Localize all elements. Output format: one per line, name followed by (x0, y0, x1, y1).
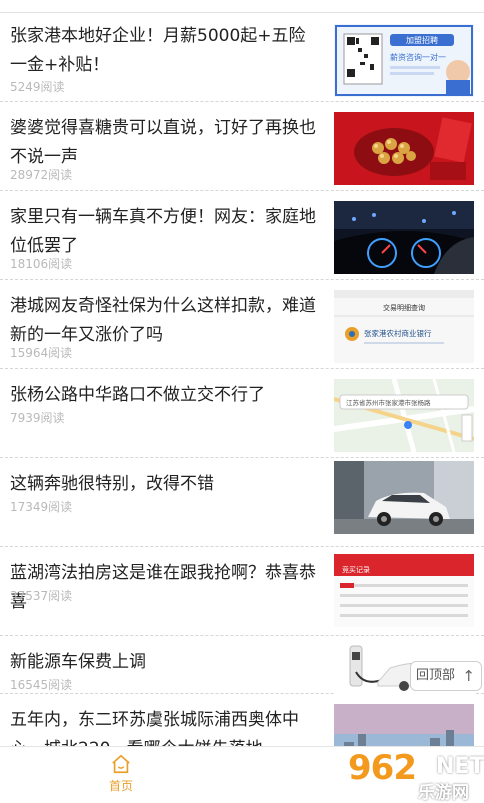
news-title[interactable]: 家里只有一辆车真不方便！网友：家庭地位低罢了 (10, 203, 320, 261)
bank-header-text: 交易明细查询 (383, 303, 425, 312)
read-count: 28972阅读 (10, 168, 73, 182)
news-item[interactable]: 港城网友奇怪社保为什么这样扣款，难道新的一年又涨价了吗 15964阅读 交易明细… (0, 280, 484, 369)
news-item[interactable]: 张杨公路中华路口不做立交不行了 7939阅读 江苏省苏州市张家港市张杨路 (0, 369, 484, 458)
read-count: 5249阅读 (10, 80, 65, 94)
home-icon (112, 754, 130, 774)
read-count: 16545阅读 (10, 678, 73, 692)
back-to-top-button[interactable]: 回顶部 ↑ (410, 661, 482, 691)
car-dashboard-image (334, 201, 474, 274)
tab-home[interactable]: 首页 (96, 751, 146, 797)
watermark-cn: 乐游网 (418, 783, 469, 803)
news-title[interactable]: 新能源车保费上调 (10, 648, 320, 677)
bank-app-image: 交易明细查询 张家港农村商业银行 (334, 290, 474, 363)
home-label: 首页 (108, 779, 133, 793)
news-title[interactable]: 张家港本地好企业！月薪5000起+五险一金+补贴！ (10, 22, 320, 80)
news-item[interactable]: 张家港本地好企业！月薪5000起+五险一金+补贴！ 5249阅读 加盟招聘 薪资… (0, 12, 484, 102)
news-thumbnail[interactable] (334, 201, 474, 274)
read-count: 17349阅读 (10, 500, 73, 514)
recruit-banner-text: 加盟招聘 (406, 35, 438, 45)
map-search-text: 江苏省苏州市张家港市张杨路 (346, 398, 431, 407)
read-count: 37537阅读 (10, 589, 73, 603)
read-count: 7939阅读 (10, 411, 65, 425)
read-count: 18106阅读 (10, 257, 73, 271)
news-item[interactable]: 婆婆觉得喜糖贵可以直说，订好了再换也不说一声 28972阅读 (0, 102, 484, 191)
news-thumbnail[interactable] (334, 112, 474, 185)
recruit-sub-text: 薪资咨询一对一 (390, 52, 446, 62)
bank-name-text: 张家港农村商业银行 (364, 328, 432, 338)
news-item[interactable]: 家里只有一辆车真不方便！网友：家庭地位低罢了 18106阅读 (0, 191, 484, 280)
news-thumbnail[interactable]: 竞买记录 (334, 554, 474, 627)
news-item[interactable]: 这辆奔驰很特别，改得不错 17349阅读 (0, 458, 484, 547)
news-title[interactable]: 港城网友奇怪社保为什么这样扣款，难道新的一年又涨价了吗 (10, 292, 320, 350)
news-item[interactable]: 蓝湖湾法拍房这是谁在跟我抢啊？恭喜恭喜 37537阅读 竞买记录 (0, 547, 484, 636)
watermark-number: 962 (348, 748, 417, 788)
watermark-logo: 962 NET 乐游网 (344, 748, 484, 803)
auction-header-text: 竞买记录 (342, 565, 370, 574)
news-title[interactable]: 婆婆觉得喜糖贵可以直说，订好了再换也不说一声 (10, 114, 320, 172)
auction-record-image: 竞买记录 (334, 554, 474, 627)
news-thumbnail[interactable]: 加盟招聘 薪资咨询一对一 (334, 24, 474, 97)
white-car-image (334, 461, 474, 534)
news-thumbnail[interactable]: 交易明细查询 张家港农村商业银行 (334, 290, 474, 363)
candy-box-image (334, 112, 474, 185)
read-count: 15964阅读 (10, 346, 73, 360)
news-thumbnail[interactable]: 江苏省苏州市张家港市张杨路 (334, 379, 474, 452)
watermark-net: NET (436, 754, 484, 779)
news-title[interactable]: 这辆奔驰很特别，改得不错 (10, 470, 320, 499)
news-thumbnail[interactable] (334, 461, 474, 534)
recruit-poster-image: 加盟招聘 薪资咨询一对一 (334, 24, 474, 97)
map-image: 江苏省苏州市张家港市张杨路 (334, 379, 474, 452)
arrow-up-icon: ↑ (462, 667, 475, 685)
back-to-top-label: 回顶部 (416, 668, 456, 683)
news-title[interactable]: 张杨公路中华路口不做立交不行了 (10, 381, 320, 410)
